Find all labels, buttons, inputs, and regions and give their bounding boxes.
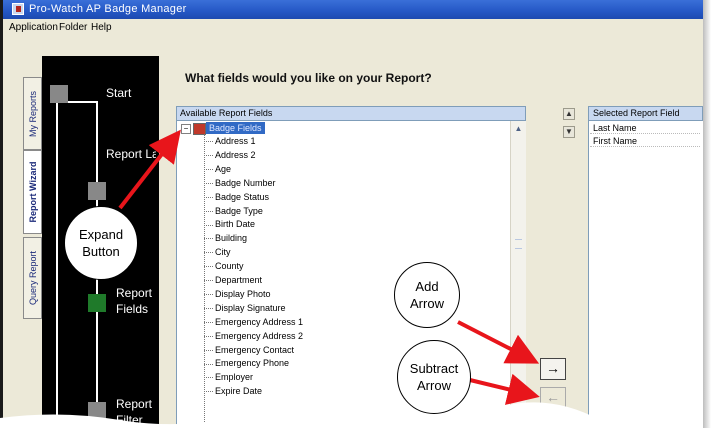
side-tab-strip: My Reports Report Wizard Query Report [3,37,42,428]
step-marker-fields [88,294,106,312]
title-bar: Pro-Watch AP Badge Manager [3,0,703,19]
step-label-start: Start [106,86,132,100]
tree-field-item[interactable]: Expire Date [204,385,262,398]
callout-expand-button: Expand Button [64,206,138,280]
callout-add-arrow: Add Arrow [394,262,460,328]
tree-field-item[interactable]: County [204,260,244,273]
move-up-icon[interactable]: ▲ [563,108,575,120]
app-icon [12,3,24,15]
step-label-fields: Report Fields [116,286,153,316]
tab-query-report[interactable]: Query Report [23,237,42,319]
selected-fields-list[interactable] [588,121,703,428]
tab-report-wizard-label: Report Wizard [27,161,38,223]
tab-query-report-label: Query Report [27,250,38,306]
tree-field-item[interactable]: Badge Status [204,191,269,204]
tree-root-badge-fields[interactable]: Badge Fields [206,122,265,134]
menu-folder[interactable]: Folder [59,19,87,37]
subtract-arrow-button[interactable]: ← [540,387,566,409]
add-arrow-button[interactable]: → [540,358,566,380]
expand-toggle-icon[interactable]: − [181,124,191,134]
scroll-grip-icon[interactable] [515,239,522,249]
tree-field-item[interactable]: City [204,246,231,259]
tree-field-item[interactable]: Employer [204,371,253,384]
tree-field-item[interactable]: Address 2 [204,149,256,162]
selected-field-row[interactable]: First Name [590,135,700,147]
available-fields-header: Available Report Fields [176,106,526,121]
callout-subtract-arrow: Subtract Arrow [397,340,471,414]
top-band [42,37,703,56]
menu-bar: Application Folder Help [3,19,703,37]
step-marker-filter [88,402,106,420]
wizard-question: What fields would you like on your Repor… [185,71,432,85]
menu-application[interactable]: Application [9,19,58,37]
step-marker-start [50,85,68,103]
tab-report-wizard[interactable]: Report Wizard [23,150,42,234]
menu-help[interactable]: Help [91,19,112,37]
tree-field-item[interactable]: Emergency Phone [204,357,289,370]
tree-field-item[interactable]: Birth Date [204,218,255,231]
tree-field-item[interactable]: Emergency Address 2 [204,330,303,343]
selected-fields-header: Selected Report Field [588,106,703,121]
scroll-up-icon[interactable]: ▲ [513,123,524,134]
tree-field-item[interactable]: Department [204,274,262,287]
tree-field-item[interactable]: Badge Type [204,205,263,218]
tab-my-reports-label: My Reports [27,90,38,137]
step-label-layout: Report Layout [106,147,156,161]
move-down-icon[interactable]: ▼ [563,126,575,138]
tree-field-item[interactable]: Emergency Address 1 [204,316,303,329]
tree-field-item[interactable]: Address 1 [204,135,256,148]
available-fields-scrollbar[interactable]: ▲ [510,121,526,428]
tree-field-item[interactable]: Emergency Contact [204,344,294,357]
window-title: Pro-Watch AP Badge Manager [29,3,187,15]
screenshot-frame: Pro-Watch AP Badge Manager Application F… [0,0,711,428]
tree-field-item[interactable]: Display Signature [204,302,286,315]
selected-field-row[interactable]: Last Name [590,122,700,134]
tab-my-reports[interactable]: My Reports [23,77,42,150]
tree-field-item[interactable]: Age [204,163,231,176]
tree-field-item[interactable]: Display Photo [204,288,271,301]
tree-field-item[interactable]: Badge Number [204,177,276,190]
step-label-filter: Report Filter [116,397,153,427]
page-shadow [703,0,711,428]
tree-field-item[interactable]: Building [204,232,247,245]
wizard-rail-left [56,101,58,428]
step-marker-layout [88,182,106,200]
